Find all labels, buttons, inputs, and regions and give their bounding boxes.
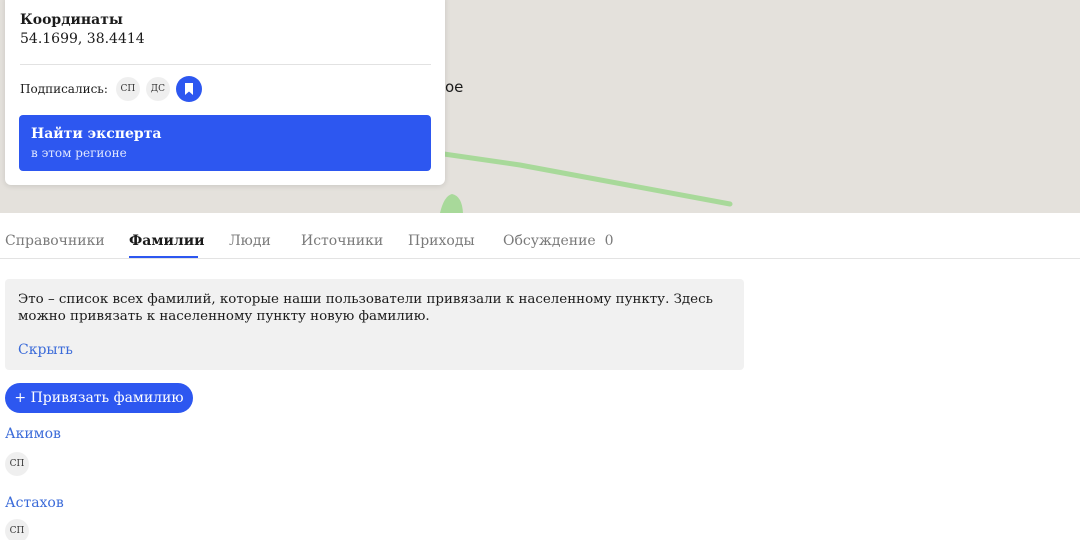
card-divider <box>20 64 431 65</box>
subscribers-label: Подписались: <box>20 82 108 96</box>
tab-directories[interactable]: Справочники <box>5 233 105 249</box>
find-expert-button[interactable]: Найти эксперта в этом регионе <box>19 115 431 171</box>
subscribers-row: Подписались: СП ДС <box>20 75 202 103</box>
notice-text: Это – список всех фамилий, которые наши … <box>18 292 713 324</box>
add-surname-button[interactable]: + Привязать фамилию <box>5 383 193 413</box>
tab-surnames[interactable]: Фамилии <box>129 233 205 249</box>
tab-sources[interactable]: Источники <box>301 233 383 249</box>
subscriber-avatar[interactable]: СП <box>115 77 140 101</box>
find-expert-title: Найти эксперта <box>31 126 162 142</box>
hide-notice-link[interactable]: Скрыть <box>18 342 73 358</box>
subscriber-avatar[interactable]: ДС <box>145 77 170 101</box>
coordinates-title: Координаты <box>20 12 123 28</box>
tab-people[interactable]: Люди <box>229 233 271 249</box>
subscribe-button[interactable] <box>175 76 202 102</box>
surname-link[interactable]: Астахов <box>5 495 64 511</box>
location-info-card: Координаты 54.1699, 38.4414 Подписались:… <box>5 0 445 185</box>
bookmark-icon <box>184 83 193 95</box>
surname-author-avatar[interactable]: СП <box>5 519 29 540</box>
active-tab-indicator <box>129 256 198 258</box>
tab-discussion[interactable]: Обсуждение 0 <box>503 233 614 249</box>
tab-bar: Справочники Фамилии Люди Источники Прихо… <box>0 213 1080 259</box>
info-notice: Это – список всех фамилий, которые наши … <box>5 279 744 370</box>
coordinates-value: 54.1699, 38.4414 <box>20 31 145 47</box>
tab-parishes[interactable]: Приходы <box>408 233 475 249</box>
surname-link[interactable]: Акимов <box>5 426 61 442</box>
map-place-label: ое <box>445 78 464 96</box>
surname-author-avatar[interactable]: СП <box>5 452 29 476</box>
find-expert-subtitle: в этом регионе <box>31 146 127 160</box>
